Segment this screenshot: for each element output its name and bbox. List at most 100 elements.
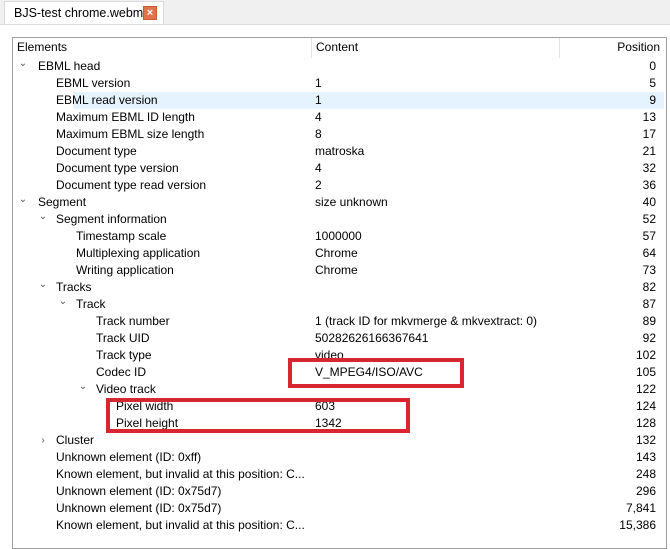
tree-row[interactable]: Unknown element (ID: 0x75d7) 296 [13,483,664,500]
element-content: 4 [315,161,322,175]
tree-row[interactable]: › Cluster 132 [13,432,664,449]
element-position: 40 [642,195,656,209]
tab-title: BJS-test chrome.webm [14,6,144,20]
tree-row[interactable]: ⌄ Track 87 [13,296,664,313]
element-content: 1 [315,93,322,107]
tree-row[interactable]: ⌄ Video track 122 [13,381,664,398]
element-position: 52 [642,212,656,226]
element-name: Track type [96,348,152,362]
element-position: 102 [635,348,656,362]
element-name: Track [76,297,106,311]
element-name: Unknown element (ID: 0x75d7) [56,501,222,515]
chevron-down-icon[interactable]: ⌄ [38,276,48,293]
tree-row[interactable]: Track type video 102 [13,347,664,364]
chevron-right-icon[interactable]: › [38,432,48,449]
element-position: 7,841 [625,501,656,515]
tree-row[interactable]: ⌄ Tracks 82 [13,279,664,296]
tree-row[interactable]: Document type version 4 32 [13,160,664,177]
element-name: EBML version [56,76,131,90]
tree-row[interactable]: Codec ID V_MPEG4/ISO/AVC 105 [13,364,664,381]
element-name: Known element, but invalid at this posit… [56,467,305,481]
element-name: EBML head [38,59,101,73]
element-name: Pixel width [116,399,174,413]
element-name: Document type read version [56,178,207,192]
element-content: 2 [315,178,322,192]
tree-row[interactable]: Multiplexing application Chrome 64 [13,245,664,262]
element-position: 36 [642,178,656,192]
tree-row[interactable]: Writing application Chrome 73 [13,262,664,279]
tree-row[interactable]: ⌄ EBML head 0 [13,58,664,75]
element-tree: Elements Content Position ⌄ EBML head 0 EBM… [12,37,667,549]
tree-row[interactable]: Unknown element (ID: 0x75d7) 7,841 [13,500,664,517]
element-position: 57 [642,229,656,243]
selection-highlight [73,92,664,109]
element-name: Unknown element (ID: 0xff) [56,450,202,464]
chevron-down-icon[interactable]: ⌄ [38,208,48,225]
element-name: Timestamp scale [76,229,167,243]
tree-row[interactable]: Document type matroska 21 [13,143,664,160]
close-icon[interactable]: × [143,6,157,20]
element-name: Writing application [76,263,174,277]
element-content: Chrome [315,246,358,260]
element-content: 4 [315,110,322,124]
element-content: Chrome [315,263,358,277]
tree-row[interactable]: Track UID 50282626166367641 92 [13,330,664,347]
element-name: Multiplexing application [76,246,201,260]
element-name: Cluster [56,433,95,447]
element-position: 89 [642,314,656,328]
tree-row[interactable]: Timestamp scale 1000000 57 [13,228,664,245]
element-content: 50282626166367641 [315,331,429,345]
element-position: 248 [635,467,656,481]
tree-row[interactable]: Track number 1 (track ID for mkvmerge & m… [13,313,664,330]
tab-file[interactable]: BJS-test chrome.webm × [4,1,164,24]
tree-row[interactable]: Maximum EBML size length 8 17 [13,126,664,143]
element-position: 17 [642,127,656,141]
tree-row[interactable]: Maximum EBML ID length 4 13 [13,109,664,126]
element-name: Segment information [56,212,167,226]
element-position: 82 [642,280,656,294]
tree-row[interactable]: ⌄ Segment size unknown 40 [13,194,664,211]
chevron-down-icon[interactable]: ⌄ [18,191,28,208]
element-position: 0 [649,59,656,73]
chevron-down-icon[interactable]: ⌄ [18,55,28,72]
element-name: Track UID [96,331,150,345]
element-name: Maximum EBML size length [56,127,205,141]
element-position: 13 [642,110,656,124]
tree-row[interactable]: EBML version 1 5 [13,75,664,92]
element-position: 122 [635,382,656,396]
chevron-down-icon[interactable]: ⌄ [58,293,68,310]
element-position: 124 [635,399,656,413]
column-header-elements[interactable]: Elements [13,38,312,58]
element-content: video [315,348,344,362]
tree-row[interactable]: Known element, but invalid at this posit… [13,466,664,483]
element-position: 92 [642,331,656,345]
tree-row[interactable]: EBML read version 1 9 [13,92,664,109]
column-header-content[interactable]: Content [312,38,560,58]
tree-row[interactable]: Pixel height 1342 128 [13,415,664,432]
element-name: Maximum EBML ID length [56,110,195,124]
element-name: Track number [96,314,170,328]
element-content: 1 [315,76,322,90]
tree-row[interactable]: Unknown element (ID: 0xff) 143 [13,449,664,466]
tree-row[interactable]: Pixel width 603 124 [13,398,664,415]
chevron-down-icon[interactable]: ⌄ [78,378,88,395]
element-content: size unknown [315,195,388,209]
element-name: EBML read version [56,93,158,107]
element-position: 143 [635,450,656,464]
element-position: 5 [649,76,656,90]
element-name: Unknown element (ID: 0x75d7) [56,484,222,498]
element-content: 1000000 [315,229,362,243]
element-content: 1342 [315,416,342,430]
element-position: 296 [635,484,656,498]
tab-bar: BJS-test chrome.webm × [0,0,670,25]
element-position: 128 [635,416,656,430]
tree-row[interactable]: Known element, but invalid at this posit… [13,517,664,534]
tree-row[interactable]: Document type read version 2 36 [13,177,664,194]
column-header-position[interactable]: Position [560,38,664,58]
element-position: 87 [642,297,656,311]
element-position: 9 [649,93,656,107]
element-name: Pixel height [116,416,179,430]
tree-row[interactable]: ⌄ Segment information 52 [13,211,664,228]
element-position: 32 [642,161,656,175]
element-content: V_MPEG4/ISO/AVC [315,365,423,379]
